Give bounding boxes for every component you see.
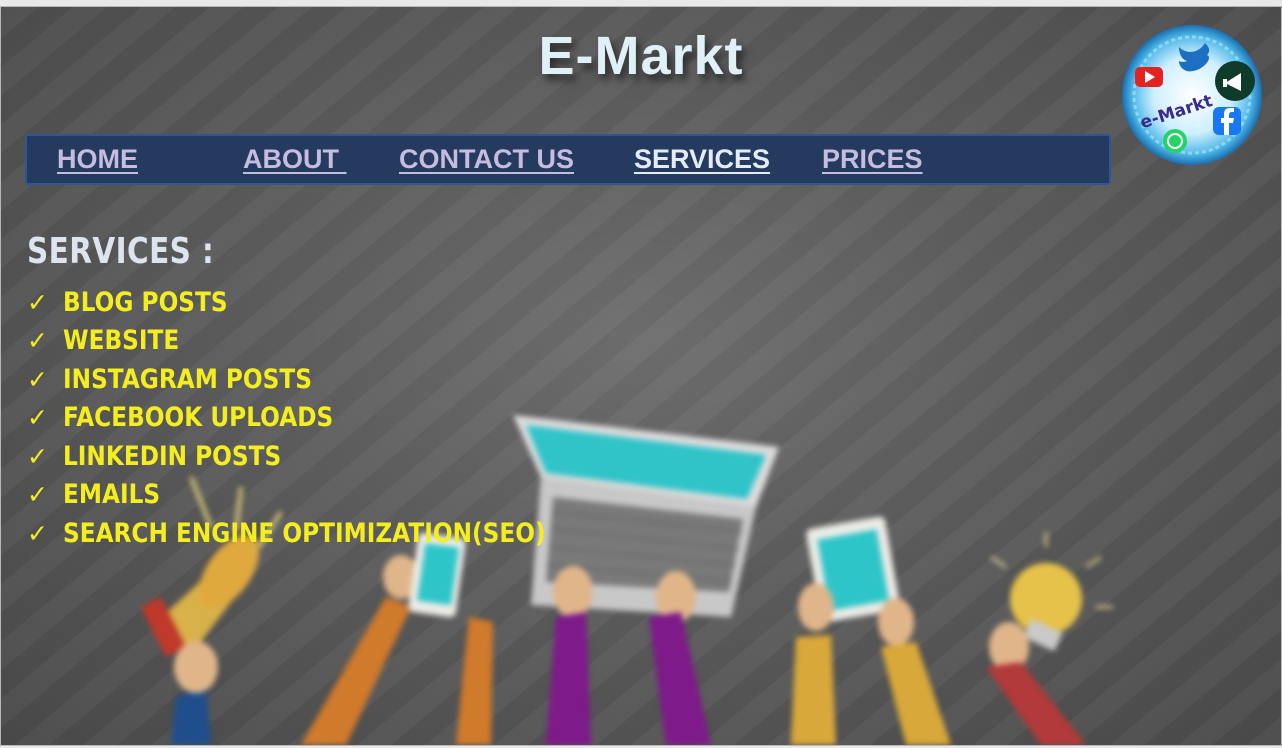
service-item: ✓ LINKEDIN POSTS — [27, 437, 624, 476]
service-item: ✓ EMAILS — [27, 476, 624, 515]
main-navbar: HOME ABOUT CONTACT US SERVICES PRICES — [25, 134, 1111, 185]
service-item: ✓ FACEBOOK UPLOADS — [27, 399, 624, 438]
service-item: ✓ INSTAGRAM POSTS — [27, 360, 624, 399]
whatsapp-icon — [1163, 129, 1187, 153]
facebook-icon — [1213, 107, 1241, 135]
checkmark-icon: ✓ — [27, 480, 48, 510]
checkmark-icon: ✓ — [27, 403, 48, 433]
checkmark-icon: ✓ — [27, 364, 48, 394]
site-title: E-Markt — [538, 26, 744, 86]
service-label: LINKEDIN POSTS — [63, 440, 282, 472]
nav-about-link[interactable]: ABOUT — [243, 144, 347, 175]
service-label: EMAILS — [63, 479, 161, 511]
service-label: FACEBOOK UPLOADS — [63, 402, 334, 434]
nav-prices-link[interactable]: PRICES — [822, 144, 923, 175]
youtube-icon — [1135, 67, 1163, 87]
checkmark-icon: ✓ — [27, 287, 48, 317]
service-label: BLOG POSTS — [63, 286, 228, 318]
slide-canvas: E-Markt e-Markt HOME ABOUT CONTACT US SE… — [0, 6, 1282, 746]
service-label: INSTAGRAM POSTS — [63, 363, 312, 395]
e-markt-logo: e-Markt — [1122, 25, 1262, 165]
service-item: ✓ SEARCH ENGINE OPTIMIZATION(SEO) — [27, 514, 624, 553]
nav-contact-us-link[interactable]: CONTACT US — [399, 144, 574, 175]
service-label: WEBSITE — [63, 325, 180, 357]
service-label: SEARCH ENGINE OPTIMIZATION(SEO) — [63, 517, 546, 549]
nav-services-link[interactable]: SERVICES — [634, 144, 770, 175]
megaphone-icon — [1215, 61, 1255, 101]
checkmark-icon: ✓ — [27, 326, 48, 356]
service-item: ✓ BLOG POSTS — [27, 283, 624, 322]
services-list: ✓ BLOG POSTS ✓ WEBSITE ✓ INSTAGRAM POSTS… — [27, 283, 624, 553]
service-item: ✓ WEBSITE — [27, 322, 624, 361]
checkmark-icon: ✓ — [27, 441, 48, 471]
services-heading: SERVICES : — [27, 231, 215, 272]
nav-home-link[interactable]: HOME — [57, 144, 138, 175]
checkmark-icon: ✓ — [27, 518, 48, 548]
